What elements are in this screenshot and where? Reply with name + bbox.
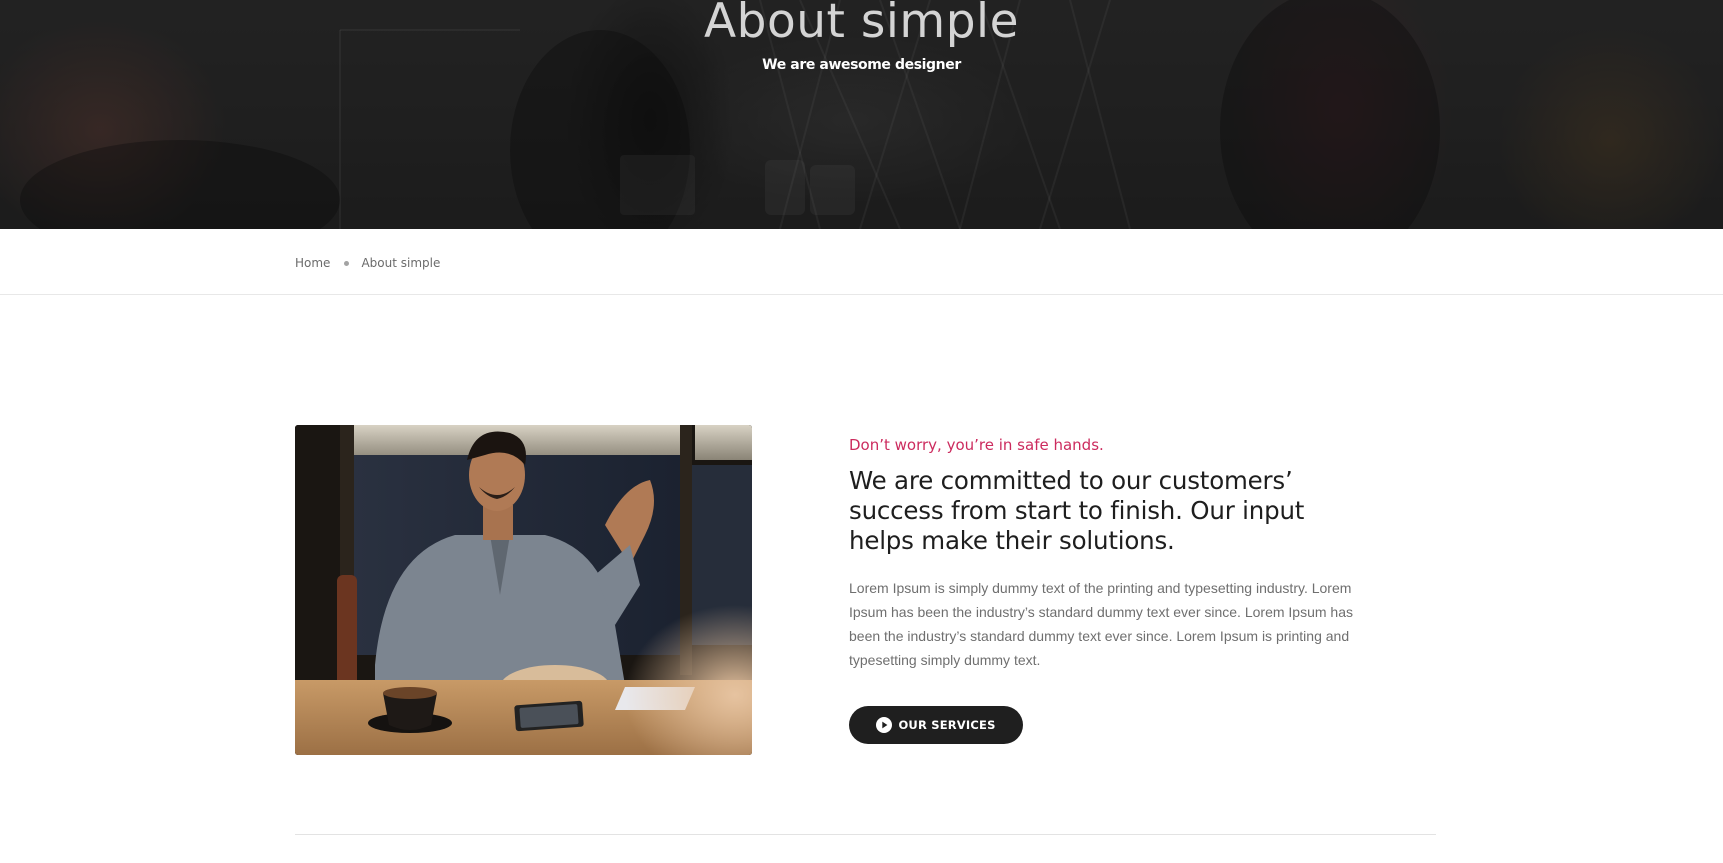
breadcrumb-separator-dot <box>344 260 350 266</box>
our-services-label: OUR SERVICES <box>898 718 996 732</box>
hero-banner: About simple We are awesome designer <box>0 0 1723 229</box>
breadcrumb-current: About simple <box>361 256 441 270</box>
breadcrumb-home-link[interactable]: Home <box>295 256 330 270</box>
about-headline: We are committed to our customers’ succe… <box>849 466 1305 555</box>
page-title: About simple <box>703 0 1020 49</box>
about-body-text: Lorem Ipsum is simply dummy text of the … <box>849 580 1353 668</box>
about-eyebrow: Don’t worry, you’re in safe hands. <box>849 436 1104 454</box>
about-photo <box>295 425 752 755</box>
our-services-button[interactable]: OUR SERVICES <box>849 706 1023 744</box>
breadcrumb-bar: Home About simple <box>0 229 1723 295</box>
breadcrumb: Home About simple <box>295 256 440 270</box>
play-circle-icon <box>876 717 893 733</box>
page-subtitle: We are awesome designer <box>762 57 961 73</box>
section-divider <box>295 834 1436 835</box>
about-content: Don’t worry, you’re in safe hands. We ar… <box>849 436 1369 672</box>
